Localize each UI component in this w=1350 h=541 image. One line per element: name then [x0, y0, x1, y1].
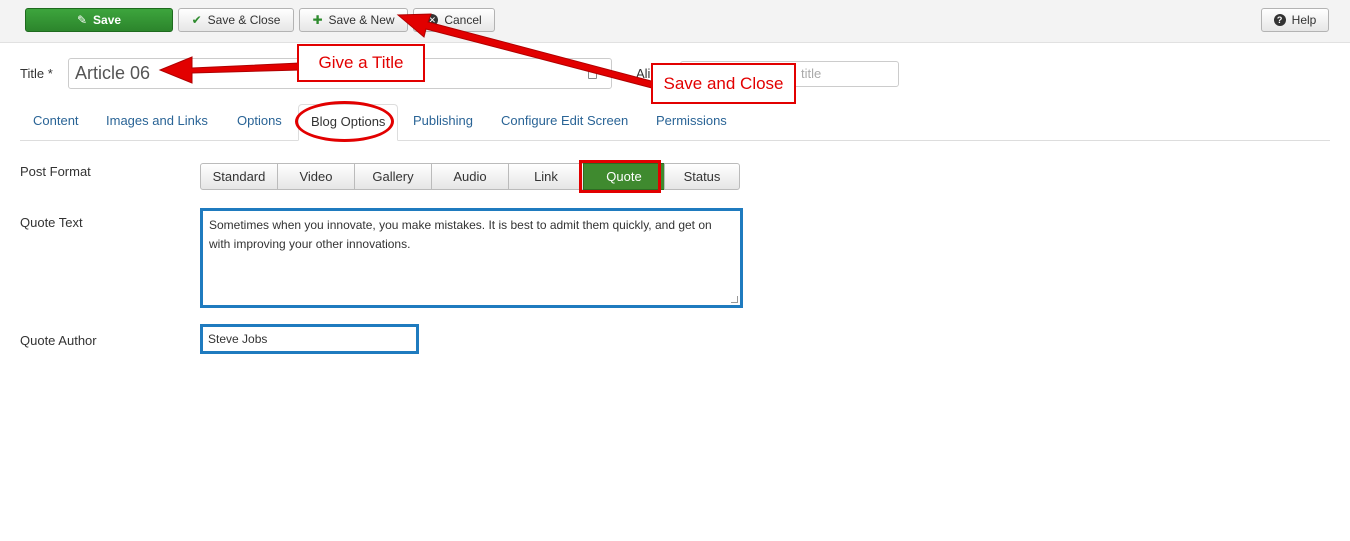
arrow-to-save-new	[396, 13, 656, 89]
give-title-callout: Give a Title	[297, 44, 425, 82]
save-close-callout: Save and Close	[651, 63, 796, 104]
arrow-to-title	[158, 56, 301, 84]
